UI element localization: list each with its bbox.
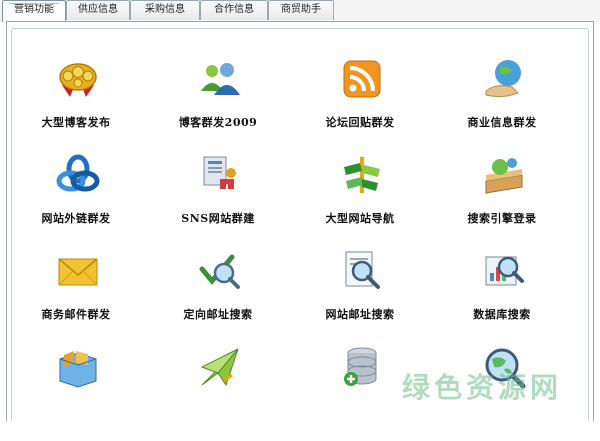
tab-trade-assistant[interactable]: 商贸助手 [268,0,334,20]
watermark: 绿色资源网 [401,371,562,404]
blue-knot-icon [56,153,100,197]
rss-icon [340,57,384,101]
tab-label: 采购信息 [145,4,185,15]
chart-magnifier-icon [482,249,526,293]
tab-panel: 大型博客发布 博客群发2009 论坛回贴群发 商业信息群发 网站外链群发 SNS… [6,21,594,421]
feature-search-engine-submit[interactable]: 搜索引擎登录 [432,153,572,249]
feature-database-search[interactable]: 数据库搜索 [432,249,572,345]
users-icon [198,57,242,101]
tab-label: 商贸助手 [281,4,321,15]
feature-label: 搜索引擎登录 [467,212,537,225]
signpost-icon [340,153,384,197]
tab-cooperation[interactable]: 合作信息 [200,0,268,20]
tab-label: 营销功能 [14,4,54,15]
box-icon [56,345,100,389]
feature-label: 商务邮件群发 [41,308,111,321]
feature-paper-plane[interactable] [148,345,288,441]
feature-external-links[interactable]: 网站外链群发 [6,153,146,249]
feature-label: 定向邮址搜索 [183,308,253,321]
check-magnifier-icon [198,249,242,293]
tab-purchase[interactable]: 采购信息 [130,0,200,20]
feature-label: 数据库搜索 [473,308,531,321]
tab-marketing[interactable]: 营销功能 [2,0,66,22]
feature-forum-reply[interactable]: 论坛回贴群发 [290,57,430,153]
feature-label: 大型博客发布 [41,116,111,129]
feature-sns-build[interactable]: SNS网站群建 [148,153,288,249]
feature-box[interactable] [6,345,146,441]
feature-label: 大型网站导航 [325,212,395,225]
feature-blog-publish[interactable]: 大型博客发布 [6,57,146,153]
feature-targeted-email-search[interactable]: 定向邮址搜索 [148,249,288,345]
page-magnifier-icon [340,249,384,293]
feature-grid: 大型博客发布 博客群发2009 论坛回贴群发 商业信息群发 网站外链群发 SNS… [11,28,589,421]
feature-label: 网站邮址搜索 [325,308,395,321]
envelope-icon [56,249,100,293]
feature-label: 博客群发2009 [178,116,258,129]
globe-hand-icon [482,57,526,101]
feature-label: SNS网站群建 [181,212,255,225]
tab-supply[interactable]: 供应信息 [66,0,130,20]
tab-label: 合作信息 [214,4,254,15]
feature-site-email-search[interactable]: 网站邮址搜索 [290,249,430,345]
feature-label: 商业信息群发 [467,116,537,129]
feature-blog-bulk[interactable]: 博客群发2009 [148,57,288,153]
feature-site-navigation[interactable]: 大型网站导航 [290,153,430,249]
globe-search-icon [482,153,526,197]
feature-label: 网站外链群发 [41,212,111,225]
feature-business-info[interactable]: 商业信息群发 [432,57,572,153]
database-add-icon [340,345,384,389]
paper-plane-icon [198,345,242,389]
app-window: 营销功能 供应信息 采购信息 合作信息 商贸助手 大型博客发布 博客群发2009… [0,0,600,421]
gold-badge-icon [56,57,100,101]
feature-label: 论坛回贴群发 [325,116,395,129]
feature-business-mail[interactable]: 商务邮件群发 [6,249,146,345]
tab-label: 供应信息 [78,4,118,15]
tab-bar: 营销功能 供应信息 采购信息 合作信息 商贸助手 [0,0,600,22]
document-magnet-icon [198,153,242,197]
